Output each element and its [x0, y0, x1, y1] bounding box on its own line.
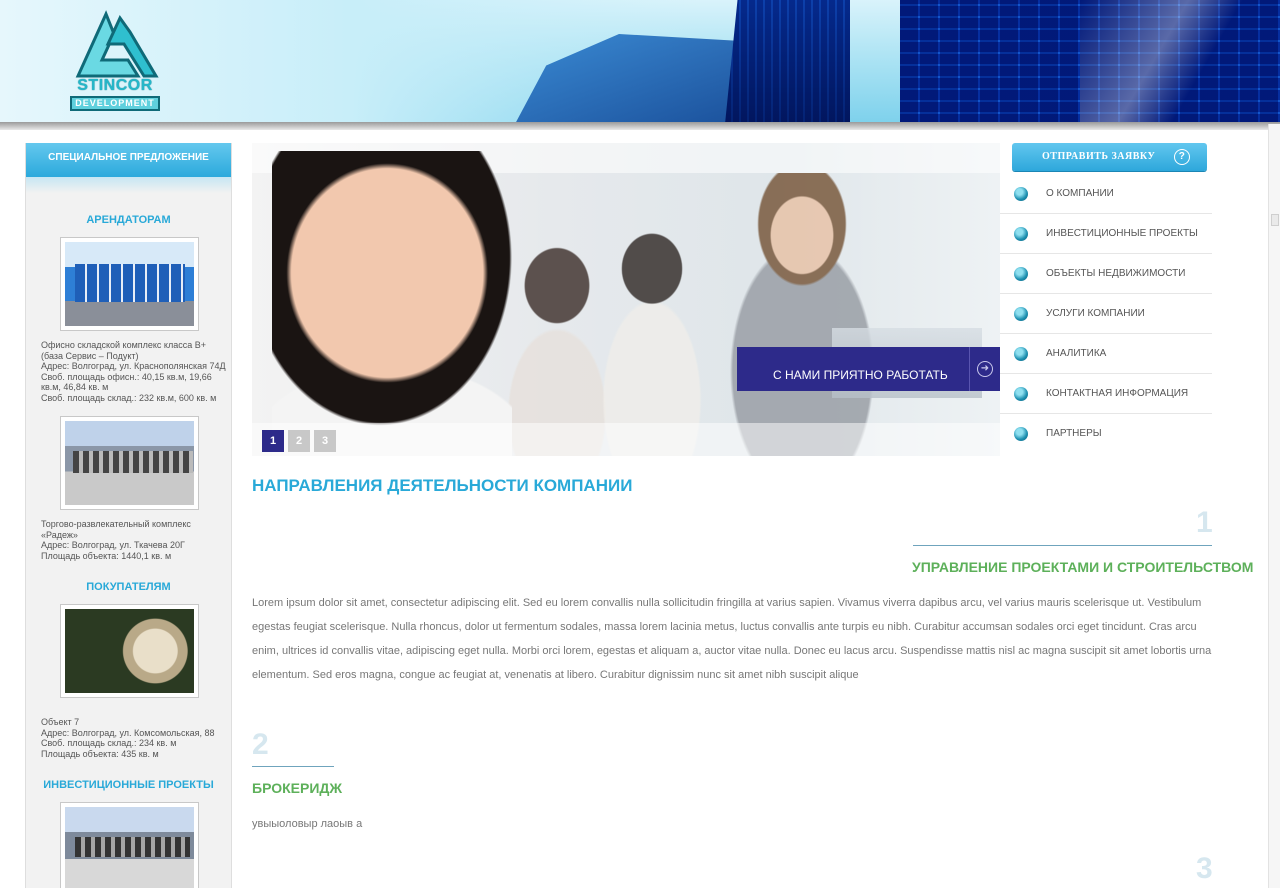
nav-item-analytics[interactable]: АНАЛИТИКА: [1000, 334, 1212, 374]
object-line: Торгово-развлекательный комплекс: [41, 519, 191, 529]
object-description: Торгово-развлекательный комплекс «Радеж»…: [41, 519, 233, 561]
mall-photo: [65, 807, 194, 888]
scrollbar-thumb[interactable]: [1271, 214, 1279, 226]
object-description: Объект 7 Адрес: Волгоград, ул. Комсомоль…: [41, 717, 233, 759]
special-offer-shadow: [26, 177, 231, 193]
object-thumbnail[interactable]: [60, 802, 199, 888]
hero-slider[interactable]: С НАМИ ПРИЯТНО РАБОТАТЬ ➜ 1 2 3: [252, 143, 1000, 456]
bullet-icon: [1014, 227, 1028, 241]
header-divider: [0, 122, 1280, 130]
special-offer-title: СПЕЦИАЛЬНОЕ ПРЕДЛОЖЕНИЕ: [26, 143, 231, 177]
object-line: Адрес: Волгоград, ул. Краснополянская 74…: [41, 361, 226, 371]
mall-photo: [65, 421, 194, 505]
nav-item-label: ИНВЕСТИЦИОННЫЕ ПРОЕКТЫ: [1046, 228, 1198, 239]
header-shine: [1080, 0, 1280, 124]
page-title: НАПРАВЛЕНИЯ ДЕЯТЕЛЬНОСТИ КОМПАНИИ: [252, 476, 633, 495]
site-header: STINCOR DEVELOPMENT: [0, 0, 1280, 124]
nav-item-services[interactable]: УСЛУГИ КОМПАНИИ: [1000, 294, 1212, 334]
slide-caption-text: С НАМИ ПРИЯТНО РАБОТАТЬ: [773, 368, 948, 382]
logo-wordmark[interactable]: STINCOR: [74, 77, 156, 95]
send-request-button[interactable]: ОТПРАВИТЬ ЗАЯВКУ ?: [1012, 143, 1207, 171]
question-icon: ?: [1174, 149, 1190, 165]
object-line: Адрес: Волгоград, ул. Комсомольская, 88: [41, 727, 215, 738]
slider-page-3[interactable]: 3: [314, 430, 336, 452]
object-line: кв.м, 46,84 кв. м: [41, 382, 109, 392]
nav-item-real-estate[interactable]: ОБЪЕКТЫ НЕДВИЖИМОСТИ: [1000, 254, 1212, 294]
section-number: 1: [1196, 506, 1213, 539]
object-line: Объект 7: [41, 717, 80, 727]
section-text: увыыоловыр лаоыв а: [252, 818, 363, 830]
section-number: 3: [1196, 852, 1213, 885]
nav-item-label: ОБЪЕКТЫ НЕДВИЖИМОСТИ: [1046, 268, 1186, 279]
section-number: 2: [252, 728, 269, 761]
section-title-tenants[interactable]: АРЕНДАТОРАМ: [26, 214, 231, 226]
special-offer-sidebar: СПЕЦИАЛЬНОЕ ПРЕДЛОЖЕНИЕ АРЕНДАТОРАМ Офис…: [25, 143, 232, 888]
nav-item-about[interactable]: О КОМПАНИИ: [1000, 174, 1212, 214]
object-thumbnail[interactable]: [60, 416, 199, 510]
nav-item-label: АНАЛИТИКА: [1046, 348, 1107, 359]
section-text: Lorem ipsum dolor sit amet, consectetur …: [252, 597, 1212, 681]
arrow-right-icon[interactable]: ➜: [977, 361, 993, 377]
object-line: «Радеж»: [41, 529, 78, 540]
nav-item-contacts[interactable]: КОНТАКТНАЯ ИНФОРМАЦИЯ: [1000, 374, 1212, 414]
section-title-investment[interactable]: ИНВЕСТИЦИОННЫЕ ПРОЕКТЫ: [26, 779, 231, 791]
header-building-image: [725, 0, 850, 124]
lion-photo: [65, 609, 194, 693]
bullet-icon: [1014, 267, 1028, 281]
object-line: (база Сервис – Подукт): [41, 350, 139, 361]
object-line: Площадь объекта: 435 кв. м: [41, 748, 159, 759]
nav-item-label: КОНТАКТНАЯ ИНФОРМАЦИЯ: [1046, 388, 1189, 399]
section-underline: [252, 766, 334, 767]
bullet-icon: [1014, 347, 1028, 361]
object-line: Своб. площадь склад.: 232 кв.м, 600 кв. …: [41, 392, 217, 403]
object-thumbnail[interactable]: [60, 237, 199, 331]
main-navigation: О КОМПАНИИ ИНВЕСТИЦИОННЫЕ ПРОЕКТЫ ОБЪЕКТ…: [1000, 174, 1212, 454]
object-line: Своб. площадь офисн.: 40,15 кв.м, 19,66: [41, 371, 212, 382]
logo-subtitle: DEVELOPMENT: [70, 96, 160, 111]
section-title-buyers[interactable]: ПОКУПАТЕЛЯМ: [26, 581, 231, 593]
send-request-label: ОТПРАВИТЬ ЗАЯВКУ: [1042, 151, 1156, 162]
slider-page-2[interactable]: 2: [288, 430, 310, 452]
slide-photo-woman-background: [722, 173, 882, 456]
bullet-icon: [1014, 387, 1028, 401]
nav-item-label: О КОМПАНИИ: [1046, 188, 1114, 199]
section-underline: [913, 545, 1212, 546]
nav-item-label: ПАРТНЕРЫ: [1046, 428, 1102, 439]
nav-item-label: УСЛУГИ КОМПАНИИ: [1046, 308, 1145, 319]
page-scrollbar[interactable]: [1268, 124, 1280, 888]
nav-item-partners[interactable]: ПАРТНЕРЫ: [1000, 414, 1212, 454]
object-description: Офисно складской комплекс класса В+ (баз…: [41, 340, 233, 403]
warehouse-photo: [65, 242, 194, 326]
object-line: Адрес: Волгоград, ул. Ткачева 20Г: [41, 540, 185, 550]
section-heading: УПРАВЛЕНИЕ ПРОЕКТАМИ И СТРОИТЕЛЬСТВОМ: [912, 559, 1254, 575]
object-line: Офисно складской комплекс класса В+: [41, 340, 206, 350]
object-thumbnail[interactable]: [60, 604, 199, 698]
bullet-icon: [1014, 427, 1028, 441]
bullet-icon: [1014, 187, 1028, 201]
slide-caption[interactable]: С НАМИ ПРИЯТНО РАБОТАТЬ ➜: [737, 347, 1000, 391]
slider-page-1[interactable]: 1: [262, 430, 284, 452]
object-line: Площадь объекта: 1440,1 кв. м: [41, 550, 172, 561]
nav-item-investment-projects[interactable]: ИНВЕСТИЦИОННЫЕ ПРОЕКТЫ: [1000, 214, 1212, 254]
section-heading: БРОКЕРИДЖ: [252, 780, 343, 796]
bullet-icon: [1014, 307, 1028, 321]
object-line: Своб. площадь склад.: 234 кв. м: [41, 738, 177, 748]
slide-photo-smiling-woman: [272, 151, 512, 456]
slider-bottom-band: [252, 423, 1000, 456]
caption-divider: [969, 347, 970, 391]
